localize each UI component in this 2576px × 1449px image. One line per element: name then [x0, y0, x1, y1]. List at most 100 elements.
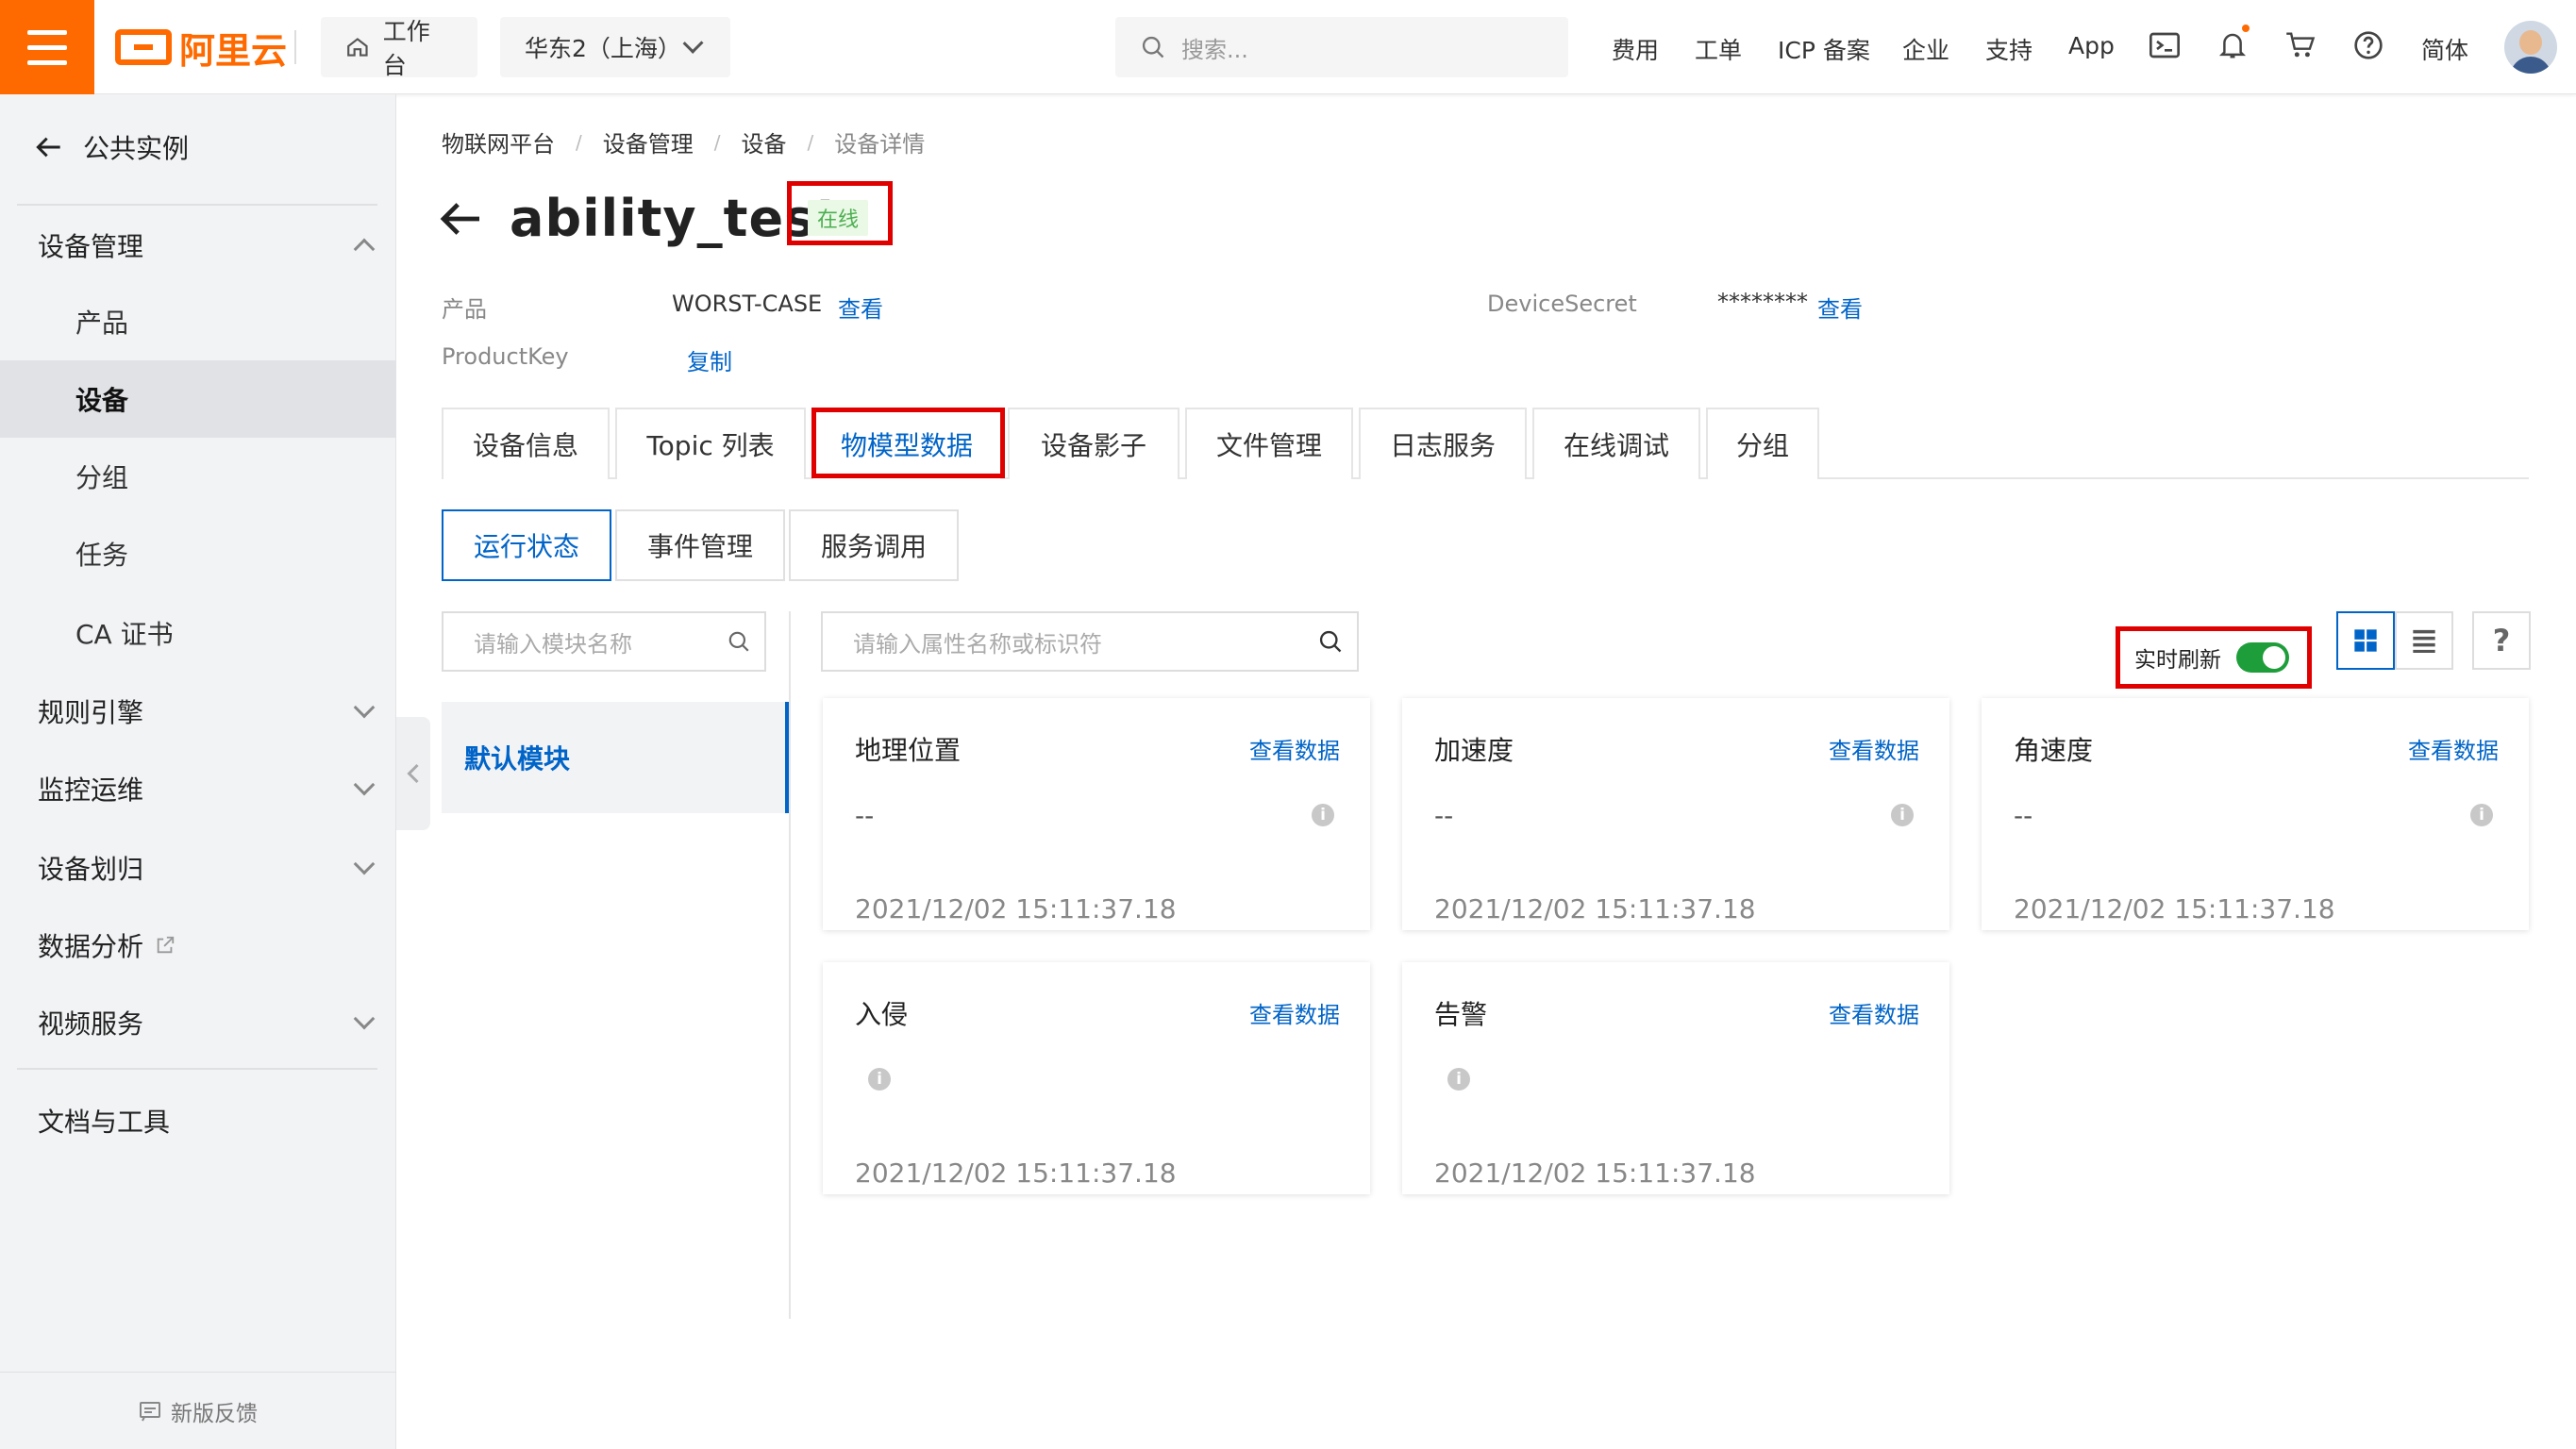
item-label: 设备 — [75, 385, 129, 416]
view-data-link[interactable]: 查看数据 — [1249, 732, 1340, 765]
sidebar-item-data-analysis[interactable]: 数据分析 — [38, 926, 377, 964]
nav-link-enterprise[interactable]: 企业 — [1902, 32, 1949, 66]
subtab-runtime-status[interactable]: 运行状态 — [442, 509, 611, 581]
realtime-label: 实时刷新 — [2134, 648, 2221, 673]
property-card: 地理位置 查看数据 -- i 2021/12/02 15:11:37.18 — [823, 698, 1370, 930]
help-button[interactable]: ? — [2472, 611, 2531, 670]
breadcrumb-device-mgmt[interactable]: 设备管理 — [603, 125, 694, 158]
tab-file-mgmt[interactable]: 文件管理 — [1185, 408, 1353, 479]
property-search-placeholder: 请输入属性名称或标识符 — [853, 630, 1102, 658]
back-arrow-icon[interactable] — [440, 201, 483, 237]
tab-group[interactable]: 分组 — [1706, 408, 1819, 479]
info-icon[interactable]: i — [1447, 1068, 1470, 1091]
title-row: ability_test — [440, 189, 841, 248]
top-navbar: 阿里云 工作台 华东2（上海） 搜索... 费用 工单 ICP 备案 企业 支持… — [0, 0, 2576, 94]
divider — [789, 611, 791, 1319]
property-search-input[interactable]: 请输入属性名称或标识符 — [821, 611, 1359, 672]
tab-online-debug[interactable]: 在线调试 — [1532, 408, 1700, 479]
chevron-down-icon — [353, 774, 376, 796]
view-data-link[interactable]: 查看数据 — [1829, 732, 1919, 765]
devicesecret-view-link[interactable]: 查看 — [1817, 291, 1863, 324]
sidebar-item-task[interactable]: 任务 — [0, 515, 396, 592]
nav-link-billing[interactable]: 费用 — [1612, 32, 1659, 66]
info-icon[interactable]: i — [2470, 804, 2493, 826]
sidebar-group-monitoring[interactable]: 监控运维 — [38, 770, 377, 808]
toggle-switch[interactable] — [2236, 642, 2289, 673]
view-data-link[interactable]: 查看数据 — [1829, 996, 1919, 1029]
feedback-button[interactable]: 新版反馈 — [0, 1372, 396, 1449]
chevron-down-icon — [353, 853, 376, 875]
breadcrumb-device[interactable]: 设备 — [742, 125, 787, 158]
workbench-button[interactable]: 工作台 — [321, 17, 477, 79]
sidebar-group-assignment[interactable]: 设备划归 — [38, 849, 377, 887]
realtime-refresh-toggle[interactable]: 实时刷新 — [2134, 641, 2289, 674]
list-icon — [2413, 629, 2435, 653]
product-view-link[interactable]: 查看 — [838, 291, 883, 324]
subtab-event-mgmt[interactable]: 事件管理 — [615, 509, 785, 581]
question-icon: ? — [2492, 623, 2511, 658]
card-timestamp: 2021/12/02 15:11:37.18 — [855, 1158, 1177, 1189]
tab-device-shadow[interactable]: 设备影子 — [1008, 408, 1179, 479]
divider — [17, 204, 377, 206]
region-selector[interactable]: 华东2（上海） — [500, 17, 730, 77]
back-to-instances[interactable]: 公共实例 — [36, 128, 189, 166]
divider — [17, 1068, 377, 1070]
item-label: 产品 — [75, 308, 129, 339]
sidebar-item-docs[interactable]: 文档与工具 — [38, 1102, 377, 1140]
cart-icon[interactable] — [2282, 26, 2319, 64]
card-value: -- — [2014, 800, 2033, 831]
workbench-label: 工作台 — [382, 18, 430, 79]
nav-link-tickets[interactable]: 工单 — [1695, 32, 1742, 66]
info-icon[interactable]: i — [868, 1068, 891, 1091]
sidebar-group-rules[interactable]: 规则引擎 — [38, 692, 377, 730]
avatar[interactable] — [2504, 21, 2557, 74]
aliyun-logo[interactable]: 阿里云 — [115, 25, 287, 72]
bell-icon[interactable] — [2214, 25, 2251, 64]
sidebar: 公共实例 设备管理 产品 设备 分组 任务 CA 证书 规则引擎 监控运维 设备… — [0, 94, 396, 1449]
tab-log-service[interactable]: 日志服务 — [1359, 408, 1527, 479]
module-label: 默认模块 — [464, 743, 571, 774]
tab-device-info[interactable]: 设备信息 — [442, 408, 610, 479]
view-data-link[interactable]: 查看数据 — [1249, 996, 1340, 1029]
divider — [294, 30, 296, 64]
module-item-default[interactable]: 默认模块 — [442, 702, 789, 813]
nav-link-app[interactable]: App — [2068, 32, 2115, 59]
property-card: 加速度 查看数据 -- i 2021/12/02 15:11:37.18 — [1402, 698, 1949, 930]
item-label: CA 证书 — [75, 619, 174, 650]
info-icon[interactable]: i — [1312, 804, 1334, 826]
sidebar-group-device-mgmt[interactable]: 设备管理 — [38, 226, 377, 264]
notification-dot — [2242, 25, 2250, 32]
productkey-copy-link[interactable]: 复制 — [687, 343, 732, 376]
nav-link-icp[interactable]: ICP 备案 — [1778, 32, 1870, 66]
menu-icon[interactable] — [0, 0, 94, 94]
global-search-input[interactable]: 搜索... — [1115, 17, 1568, 77]
sidebar-item-ca-cert[interactable]: CA 证书 — [0, 594, 396, 672]
list-view-button[interactable] — [2395, 611, 2453, 670]
sidebar-item-group[interactable]: 分组 — [0, 438, 396, 515]
tab-topic-list[interactable]: Topic 列表 — [615, 408, 806, 479]
nav-link-support[interactable]: 支持 — [1985, 32, 2032, 66]
feedback-icon — [140, 1401, 160, 1421]
sidebar-group-video[interactable]: 视频服务 — [38, 1004, 377, 1041]
help-icon[interactable] — [2350, 26, 2387, 64]
group-label: 数据分析 — [38, 931, 144, 962]
view-data-link[interactable]: 查看数据 — [2408, 732, 2499, 765]
subtab-service-call[interactable]: 服务调用 — [789, 509, 959, 581]
module-search-input[interactable]: 请输入模块名称 — [442, 611, 766, 672]
info-icon[interactable]: i — [1891, 804, 1914, 826]
property-card: 告警 查看数据 i 2021/12/02 15:11:37.18 — [1402, 962, 1949, 1194]
language-switch[interactable]: 简体 — [2421, 32, 2468, 66]
logo-text: 阿里云 — [179, 29, 288, 72]
sidebar-item-product[interactable]: 产品 — [0, 283, 396, 360]
breadcrumb-iot[interactable]: 物联网平台 — [442, 125, 555, 158]
grid-view-button[interactable] — [2336, 611, 2395, 670]
feedback-label: 新版反馈 — [171, 1401, 258, 1426]
chevron-down-icon — [353, 696, 376, 719]
home-icon — [347, 38, 368, 57]
sidebar-item-device[interactable]: 设备 — [0, 360, 396, 438]
card-title: 入侵 — [855, 999, 909, 1030]
group-label: 视频服务 — [38, 1008, 144, 1040]
card-timestamp: 2021/12/02 15:11:37.18 — [1434, 1158, 1756, 1189]
module-search-placeholder: 请输入模块名称 — [474, 630, 632, 658]
terminal-icon[interactable] — [2146, 26, 2183, 64]
